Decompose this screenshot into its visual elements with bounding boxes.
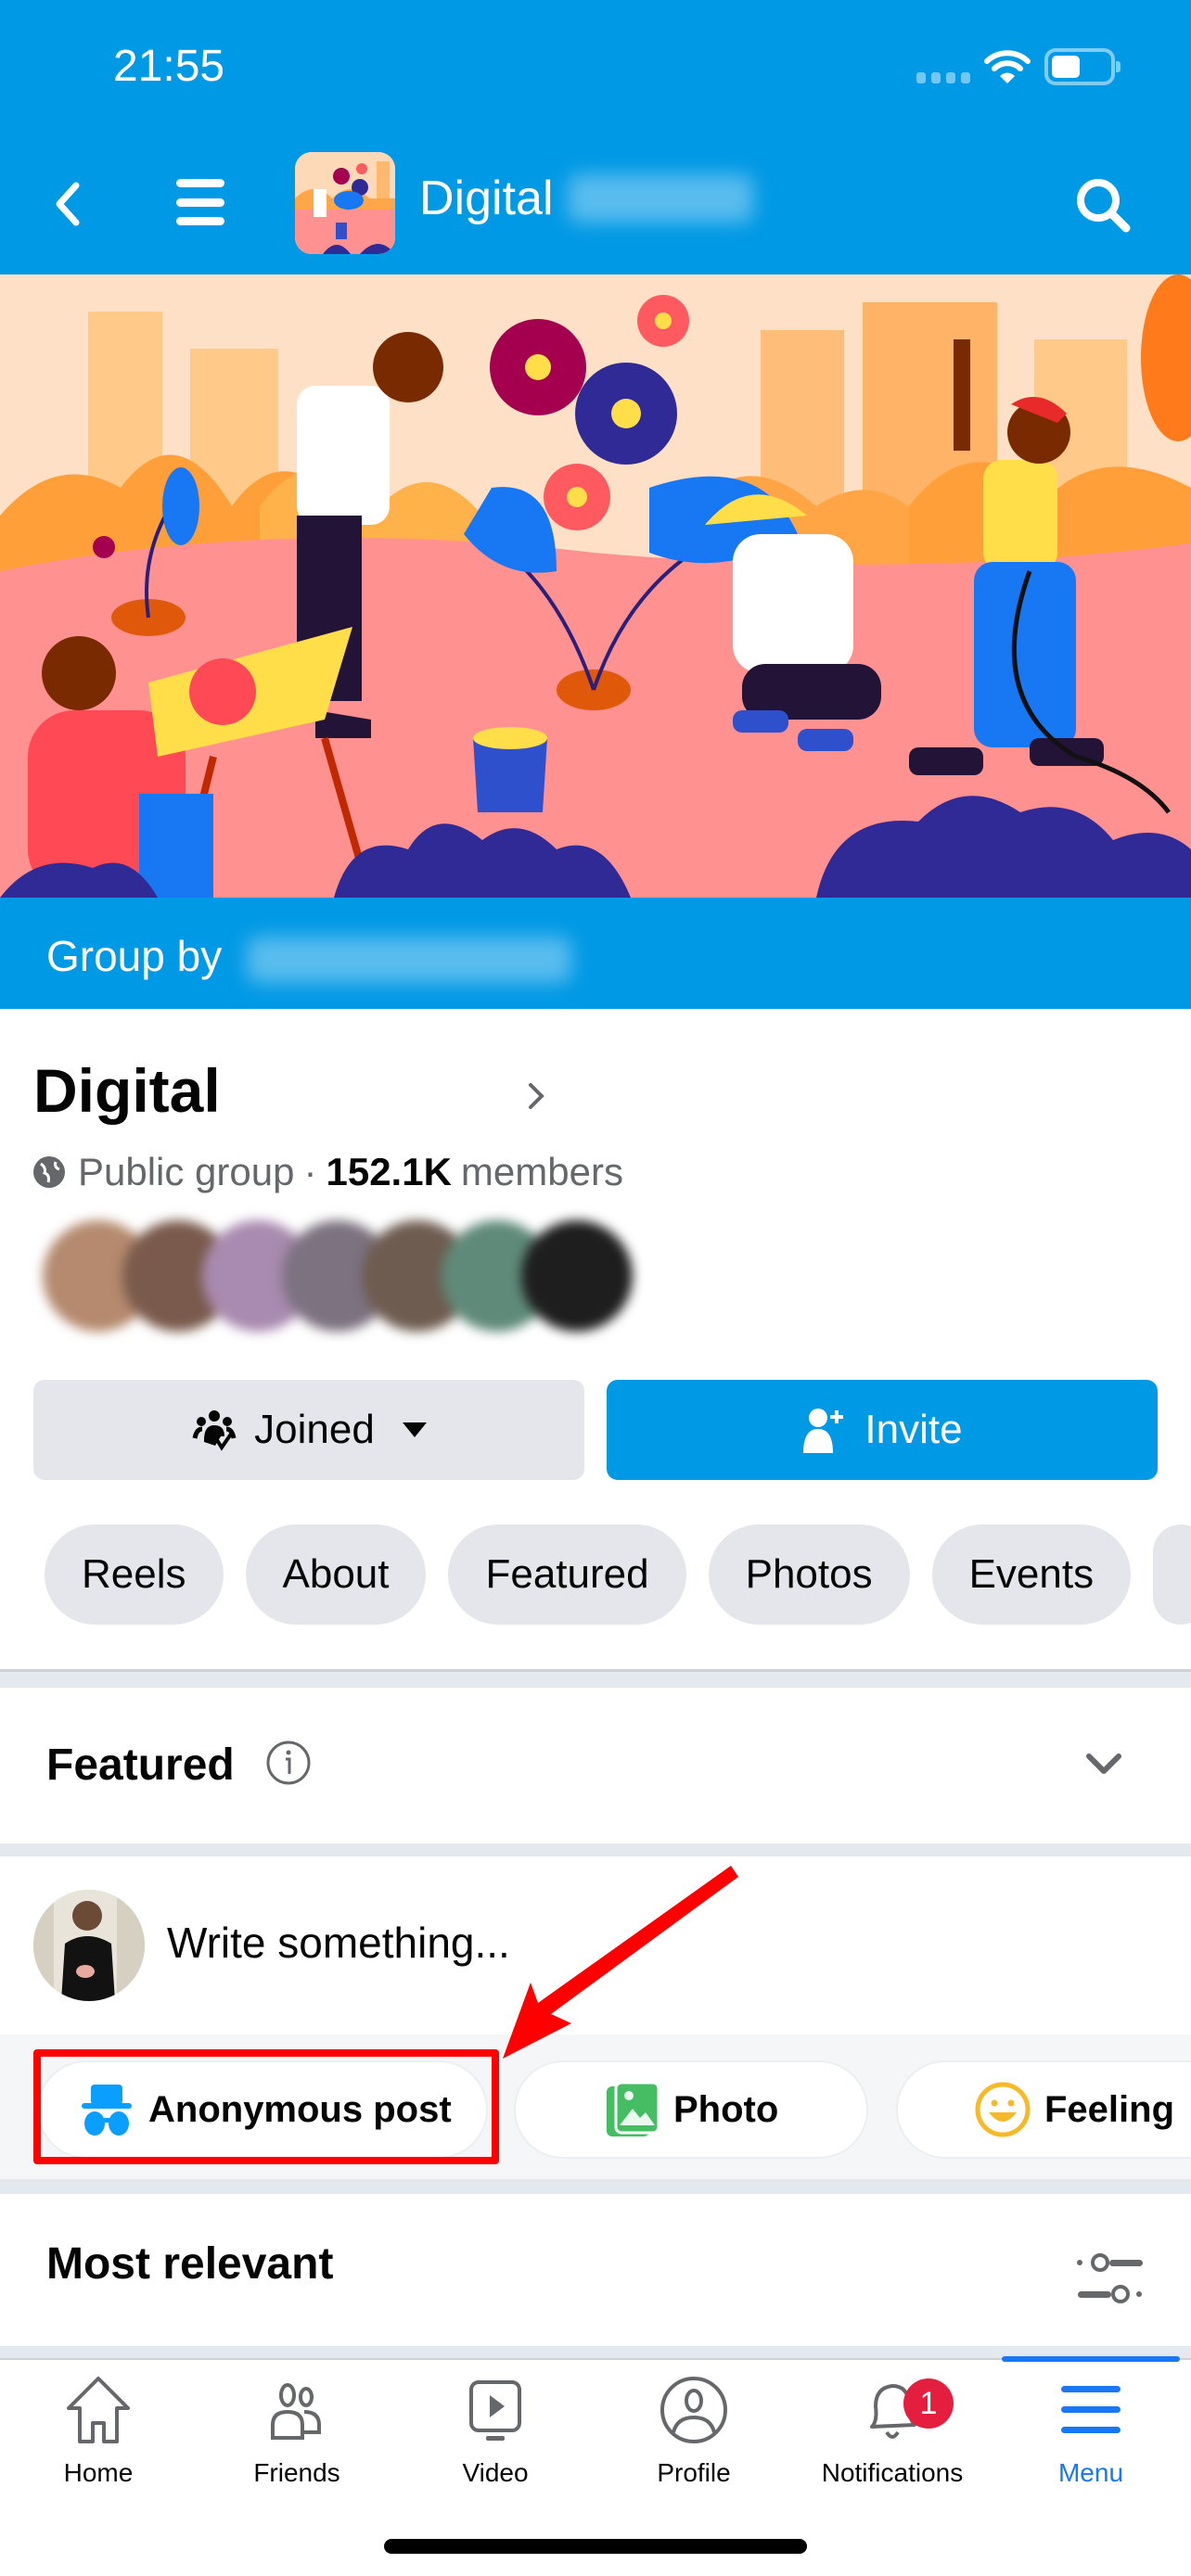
battery-icon (1044, 48, 1121, 85)
tab-photos[interactable]: Photos (708, 1524, 910, 1625)
featured-section[interactable]: Featured (0, 1688, 1191, 1843)
privacy-label: Public group (78, 1150, 295, 1193)
home-icon (67, 2377, 130, 2443)
wifi-icon (984, 50, 1031, 83)
add-person-icon (803, 1409, 844, 1453)
member-avatars[interactable] (43, 1220, 633, 1332)
tab-featured[interactable]: Featured (448, 1524, 686, 1625)
tab-more[interactable] (1153, 1524, 1191, 1625)
active-tab-indicator (1002, 2356, 1180, 2362)
top-bar: 21:55 Digital (0, 0, 1191, 274)
featured-title: Featured (46, 1741, 235, 1790)
tab-video[interactable]: Video (403, 2375, 588, 2488)
tab-home[interactable]: Home (6, 2375, 191, 2488)
cellular-signal-icon (916, 50, 970, 83)
group-meta: Public group · 152.1K members (32, 1150, 623, 1194)
group-name[interactable]: Digital (33, 1055, 221, 1126)
invite-label: Invite (864, 1407, 963, 1452)
notification-badge: 1 (903, 2378, 954, 2429)
highlight-annotation-box (33, 2049, 499, 2164)
video-icon (469, 2380, 521, 2441)
tab-notifications-label: Notifications (821, 2458, 964, 2487)
smiley-icon (975, 2082, 1031, 2137)
chevron-right-icon[interactable] (525, 1079, 547, 1113)
section-divider (0, 1843, 1191, 1856)
status-time: 21:55 (113, 42, 225, 91)
group-by-label: Group by (46, 932, 223, 980)
photo-icon (607, 2081, 660, 2136)
group-menu-button[interactable] (176, 179, 224, 225)
members-label[interactable]: members (461, 1150, 623, 1194)
back-button[interactable] (45, 176, 91, 232)
chevron-down-icon[interactable] (1085, 1753, 1122, 1777)
feeling-button[interactable]: Feeling (896, 2060, 1191, 2159)
profile-icon (660, 2377, 727, 2443)
tab-menu-label: Menu (1057, 2458, 1124, 2487)
members-count[interactable]: 152.1K (326, 1150, 451, 1194)
tab-profile-label: Profile (657, 2458, 731, 2487)
tab-about[interactable]: About (245, 1524, 427, 1625)
group-tabs: Reels About Featured Photos Events (45, 1524, 1191, 1625)
info-icon[interactable] (265, 1740, 312, 1786)
tab-events[interactable]: Events (931, 1524, 1132, 1625)
feeling-label: Feeling (1044, 2088, 1175, 2130)
redacted-owner-name (247, 937, 571, 983)
tab-friends-label: Friends (253, 2458, 340, 2487)
nav-title: Digital (419, 172, 554, 225)
redacted-group-name (568, 174, 753, 223)
tab-profile[interactable]: Profile (601, 2375, 787, 2488)
annotation-arrow (503, 1866, 738, 2059)
photo-label: Photo (673, 2088, 779, 2130)
tab-notifications[interactable]: 1 Notifications (800, 2375, 985, 2488)
section-divider (0, 1672, 1191, 1689)
write-something-input[interactable]: Write something... (167, 1918, 510, 1968)
search-icon[interactable] (1072, 174, 1133, 236)
user-avatar[interactable] (33, 1890, 145, 2001)
filter-sliders-icon[interactable] (1076, 2250, 1150, 2311)
joined-group-icon (192, 1410, 237, 1451)
tab-reels[interactable]: Reels (45, 1524, 224, 1625)
joined-label: Joined (254, 1407, 375, 1452)
group-owner-banner[interactable]: Group by (0, 898, 1191, 1009)
tab-video-label: Video (462, 2458, 529, 2487)
joined-button[interactable]: Joined (33, 1380, 584, 1480)
member-avatar[interactable] (521, 1220, 633, 1332)
home-indicator[interactable] (384, 2539, 807, 2554)
globe-icon (33, 1156, 65, 1188)
group-cover-image[interactable] (0, 274, 1191, 898)
group-thumbnail[interactable] (295, 152, 395, 254)
sort-label[interactable]: Most relevant (46, 2238, 333, 2289)
friends-icon (271, 2383, 321, 2440)
tab-home-label: Home (63, 2458, 134, 2487)
tab-menu[interactable]: Menu (998, 2375, 1184, 2488)
status-icons (916, 48, 1121, 85)
meta-separator: · (303, 1150, 317, 1193)
hamburger-icon (1061, 2386, 1121, 2433)
tab-friends[interactable]: Friends (204, 2375, 390, 2488)
caret-down-icon (402, 1422, 427, 1437)
photo-button[interactable]: Photo (514, 2060, 868, 2159)
section-divider (0, 2181, 1191, 2194)
invite-button[interactable]: Invite (607, 1380, 1158, 1480)
